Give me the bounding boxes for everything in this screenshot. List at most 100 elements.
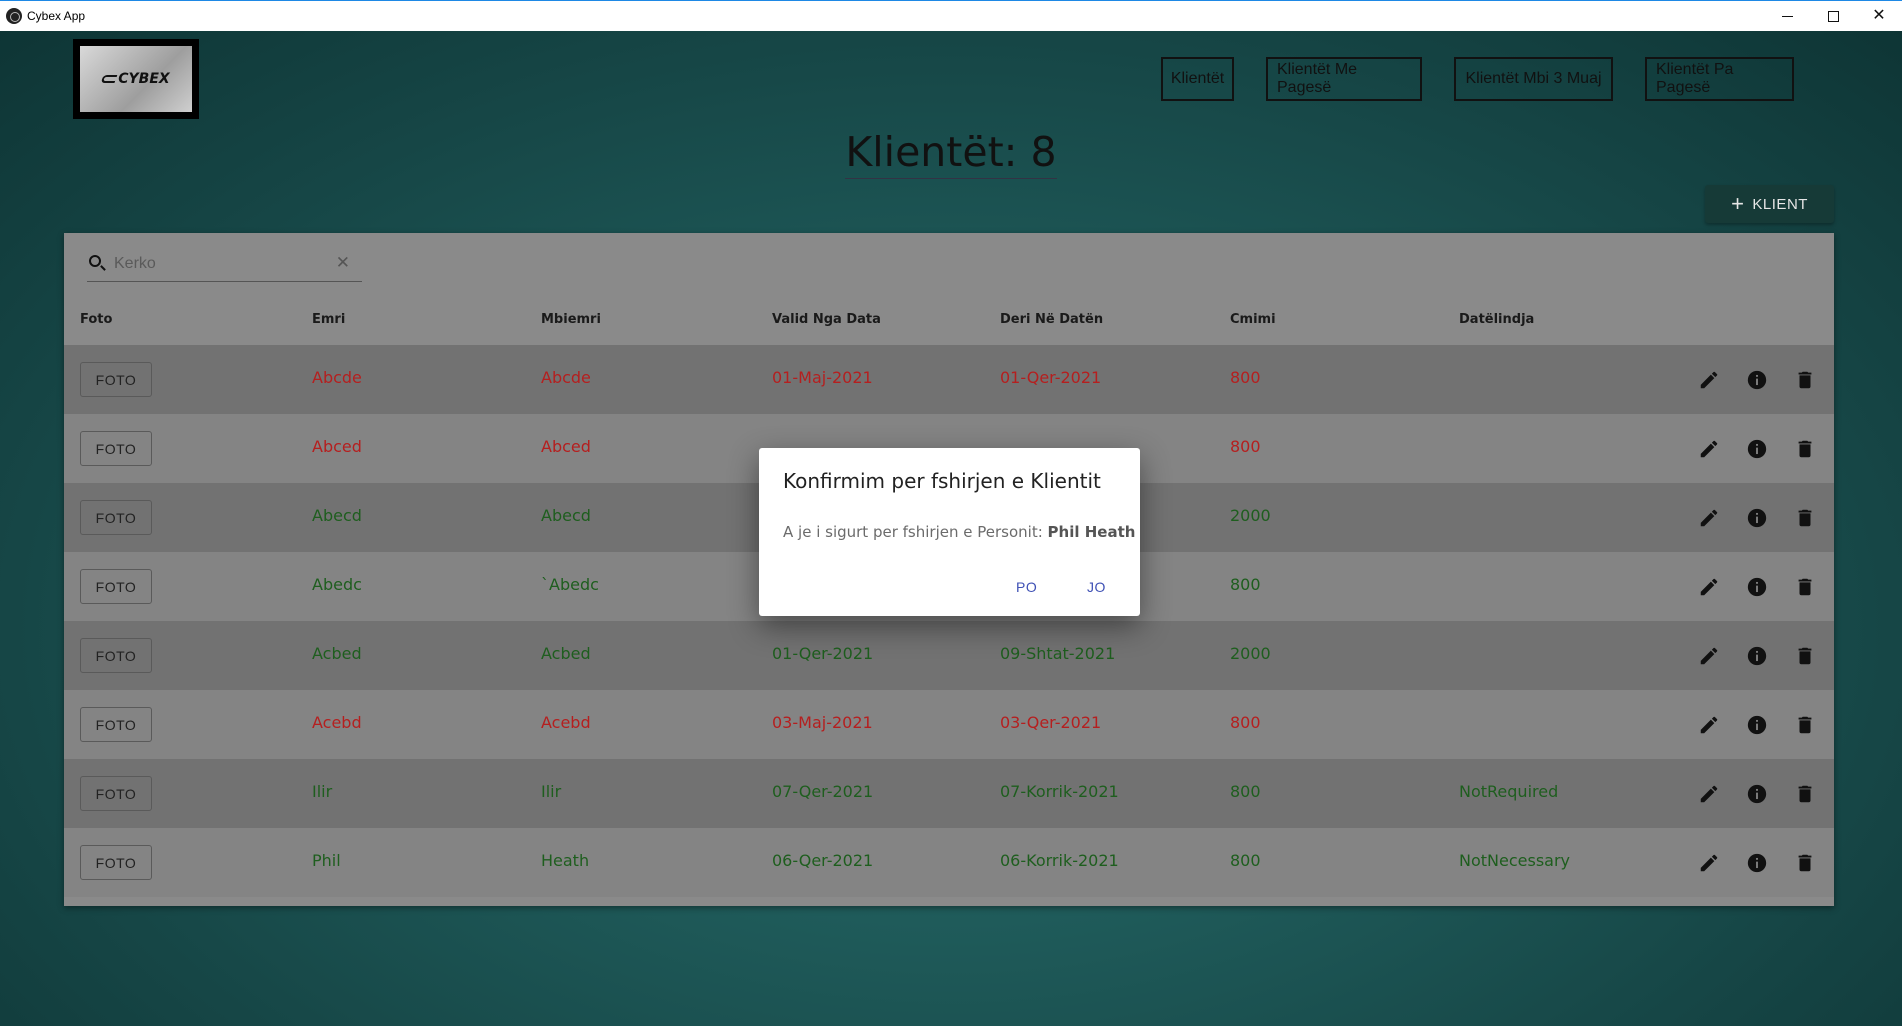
info-icon[interactable] (1746, 507, 1768, 529)
table-row[interactable]: FOTO Ilir Ilir 07-Qer-2021 07-Korrik-2021 800… (64, 759, 1834, 828)
confirm-po-button[interactable]: PO (1016, 579, 1037, 595)
edit-icon[interactable] (1698, 714, 1720, 736)
cell-deri: 09-Shtat-2021 (1000, 644, 1116, 663)
delete-icon[interactable] (1794, 852, 1816, 874)
info-icon[interactable] (1746, 852, 1768, 874)
delete-icon[interactable] (1794, 714, 1816, 736)
cell-valid: 06-Qer-2021 (772, 851, 874, 870)
nav-klientet-pa-pagese[interactable]: Klientët Pa Pagesë (1645, 57, 1794, 101)
foto-button[interactable]: FOTO (80, 569, 152, 604)
app-icon (6, 8, 22, 24)
foto-button[interactable]: FOTO (80, 362, 152, 397)
column-header-deri-ne-daten[interactable]: Deri Në Datën (1000, 312, 1103, 327)
info-icon[interactable] (1746, 645, 1768, 667)
delete-confirmation-dialog: Konfirmim per fshirjen e Klientit A je i… (759, 448, 1140, 616)
cancel-jo-button[interactable]: JO (1087, 579, 1106, 595)
cell-emri: Phil (312, 851, 341, 870)
cell-cmimi: 800 (1230, 437, 1261, 456)
logo-text: CYBEX (118, 71, 170, 87)
column-header-valid-nga-data[interactable]: Valid Nga Data (772, 312, 881, 327)
cell-mbiemri: Abced (541, 437, 591, 456)
info-icon[interactable] (1746, 783, 1768, 805)
cell-emri: Abced (312, 437, 362, 456)
cell-cmimi: 2000 (1230, 644, 1271, 663)
cell-cmimi: 800 (1230, 782, 1261, 801)
logo-swoosh-icon (100, 75, 118, 83)
cell-emri: Abecd (312, 506, 362, 525)
cell-datelindja: NotRequired (1459, 782, 1559, 801)
table-header: Foto Emri Mbiemri Valid Nga Data Deri Në… (64, 293, 1834, 345)
delete-icon[interactable] (1794, 438, 1816, 460)
column-header-cmimi[interactable]: Cmimi (1230, 312, 1276, 327)
close-button[interactable]: ✕ (1856, 1, 1902, 31)
dialog-message: A je i sigurt per fshirjen e Personit: P… (783, 523, 1135, 541)
cell-valid: 03-Maj-2021 (772, 713, 873, 732)
window-titlebar: Cybex App ✕ (0, 0, 1902, 31)
cell-cmimi: 800 (1230, 368, 1261, 387)
cell-mbiemri: Acbed (541, 644, 591, 663)
table-row[interactable]: FOTO Acebd Acebd 03-Maj-2021 03-Qer-2021 800 (64, 690, 1834, 759)
info-icon[interactable] (1746, 369, 1768, 391)
delete-icon[interactable] (1794, 783, 1816, 805)
column-header-datelindja[interactable]: Datëlindja (1459, 312, 1534, 327)
edit-icon[interactable] (1698, 576, 1720, 598)
nav-klientet[interactable]: Klientët (1161, 57, 1234, 101)
foto-button[interactable]: FOTO (80, 431, 152, 466)
foto-button[interactable]: FOTO (80, 500, 152, 535)
cell-mbiemri: Abecd (541, 506, 591, 525)
info-icon[interactable] (1746, 576, 1768, 598)
delete-icon[interactable] (1794, 507, 1816, 529)
foto-button[interactable]: FOTO (80, 776, 152, 811)
cell-valid: 01-Maj-2021 (772, 368, 873, 387)
cell-datelindja: NotNecessary (1459, 851, 1571, 870)
dialog-person-name: Phil Heath (1047, 523, 1136, 541)
cell-valid: 01-Qer-2021 (772, 644, 874, 663)
info-icon[interactable] (1746, 714, 1768, 736)
minimize-button[interactable] (1764, 1, 1810, 31)
cell-emri: Acebd (312, 713, 362, 732)
foto-button[interactable]: FOTO (80, 638, 152, 673)
column-header-foto[interactable]: Foto (80, 312, 112, 327)
table-row[interactable]: FOTO Phil Heath 06-Qer-2021 06-Korrik-2021 80… (64, 828, 1834, 897)
edit-icon[interactable] (1698, 507, 1720, 529)
minimize-icon (1781, 15, 1793, 17)
maximize-icon (1827, 10, 1839, 22)
cell-mbiemri: `Abedc (541, 575, 599, 594)
search-box: ✕ (87, 251, 362, 282)
cell-cmimi: 800 (1230, 851, 1261, 870)
cell-mbiemri: Abcde (541, 368, 591, 387)
column-header-emri[interactable]: Emri (312, 312, 345, 327)
cell-mbiemri: Ilir (541, 782, 562, 801)
cell-deri: 03-Qer-2021 (1000, 713, 1102, 732)
page-title-text: Klientët: 8 (845, 128, 1057, 179)
cell-deri: 01-Qer-2021 (1000, 368, 1102, 387)
table-row[interactable]: FOTO Acbed Acbed 01-Qer-2021 09-Shtat-2021 20… (64, 621, 1834, 690)
clear-search-icon[interactable]: ✕ (336, 253, 350, 273)
edit-icon[interactable] (1698, 852, 1720, 874)
edit-icon[interactable] (1698, 438, 1720, 460)
table-row[interactable]: FOTO Abcde Abcde 01-Maj-2021 01-Qer-2021 800 (64, 345, 1834, 414)
cell-emri: Acbed (312, 644, 362, 663)
foto-button[interactable]: FOTO (80, 845, 152, 880)
cell-mbiemri: Heath (541, 851, 590, 870)
edit-icon[interactable] (1698, 369, 1720, 391)
search-icon (89, 255, 101, 267)
delete-icon[interactable] (1794, 576, 1816, 598)
column-header-mbiemri[interactable]: Mbiemri (541, 312, 601, 327)
edit-icon[interactable] (1698, 645, 1720, 667)
add-client-button[interactable]: + KLIENT (1705, 185, 1834, 223)
nav-klientet-me-pagese[interactable]: Klientët Me Pagesë (1266, 57, 1422, 101)
dialog-message-text: A je i sigurt per fshirjen e Personit: (783, 523, 1043, 541)
cell-deri: 07-Korrik-2021 (1000, 782, 1119, 801)
add-client-label: KLIENT (1752, 195, 1808, 213)
cybex-logo: CYBEX (73, 39, 199, 119)
delete-icon[interactable] (1794, 645, 1816, 667)
cell-deri: 06-Korrik-2021 (1000, 851, 1119, 870)
delete-icon[interactable] (1794, 369, 1816, 391)
info-icon[interactable] (1746, 438, 1768, 460)
edit-icon[interactable] (1698, 783, 1720, 805)
maximize-button[interactable] (1810, 1, 1856, 31)
search-input[interactable] (114, 253, 334, 275)
foto-button[interactable]: FOTO (80, 707, 152, 742)
nav-klientet-mbi-3-muaj[interactable]: Klientët Mbi 3 Muaj (1454, 57, 1613, 101)
